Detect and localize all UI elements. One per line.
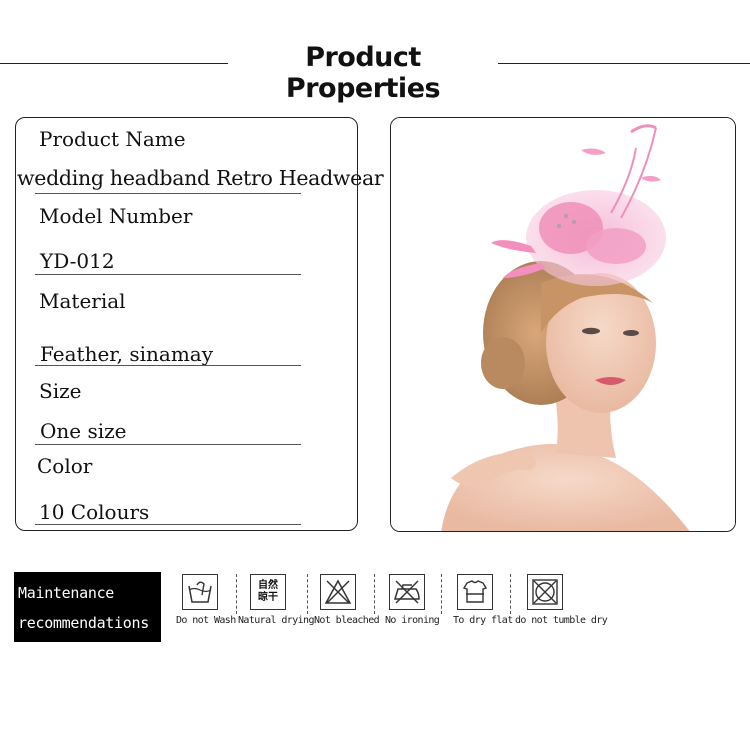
- dry-flat-icon: [457, 574, 493, 610]
- size-underline: [35, 444, 301, 445]
- care-item-no-tumble-dry: do not tumble dry: [515, 572, 608, 632]
- natural-drying-icon: 自然 晾干: [250, 574, 286, 610]
- model-with-fascinator-illustration: [391, 118, 735, 531]
- care-separator: [510, 574, 512, 614]
- natural-drying-icon-text-top: 自然: [258, 580, 278, 591]
- maintenance-title: Maintenance: [18, 584, 115, 602]
- care-item-natural-drying: 自然 晾干 Natural drying: [238, 572, 314, 632]
- model-number-value: YD-012: [40, 249, 115, 273]
- no-ironing-caption: No ironing: [385, 615, 440, 626]
- product-name-value: wedding headband Retro Headwear: [17, 166, 384, 190]
- care-item-do-not-wash: Do not Wash: [176, 572, 236, 632]
- not-bleached-icon: [320, 574, 356, 610]
- material-value: Feather, sinamay: [40, 342, 214, 366]
- header-rule-left: [0, 63, 228, 64]
- natural-drying-caption: Natural drying: [238, 615, 314, 626]
- material-label: Material: [39, 289, 126, 313]
- model-number-underline: [35, 274, 301, 275]
- care-item-no-ironing: No ironing: [382, 572, 440, 632]
- no-tumble-dry-icon: [527, 574, 563, 610]
- product-name-label: Product Name: [39, 127, 186, 151]
- not-bleached-caption: Not bleached: [314, 615, 380, 626]
- maintenance-label: Maintenance recommendations: [14, 572, 161, 642]
- product-name-underline: [35, 193, 301, 194]
- do-not-wash-caption: Do not Wash: [176, 615, 236, 626]
- material-underline: [35, 365, 301, 366]
- color-label: Color: [37, 454, 93, 478]
- recommendations-title: recommendations: [18, 614, 149, 632]
- header-rule-right: [498, 63, 750, 64]
- no-ironing-icon: [389, 574, 425, 610]
- natural-drying-icon-text-bottom: 晾干: [258, 592, 278, 603]
- care-separator: [374, 574, 376, 614]
- care-item-not-bleached: Not bleached: [312, 572, 380, 632]
- do-not-wash-icon: [182, 574, 218, 610]
- dry-flat-caption: To dry flat: [453, 615, 513, 626]
- no-tumble-dry-caption: do not tumble dry: [515, 615, 608, 626]
- color-value: 10 Colours: [39, 500, 150, 524]
- product-photo: [390, 117, 736, 532]
- care-separator: [441, 574, 443, 614]
- care-item-dry-flat: To dry flat: [450, 572, 513, 632]
- properties-panel: Product Name wedding headband Retro Head…: [15, 117, 384, 531]
- size-label: Size: [39, 379, 82, 403]
- model-number-label: Model Number: [39, 204, 193, 228]
- color-underline: [35, 524, 301, 525]
- page-title: Product Properties: [285, 42, 441, 104]
- size-value: One size: [40, 419, 127, 443]
- care-separator: [307, 574, 309, 614]
- section-header: Product Properties: [0, 38, 750, 104]
